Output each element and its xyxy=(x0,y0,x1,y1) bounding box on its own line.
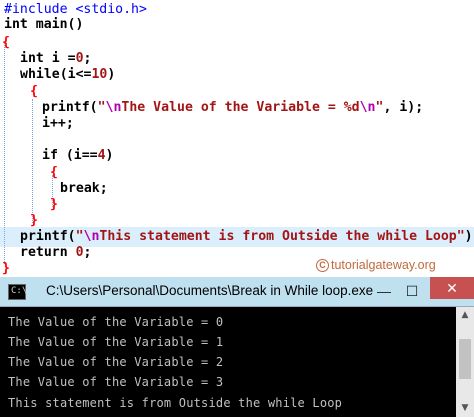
console-output-line: The Value of the Variable = 1 xyxy=(8,335,224,349)
int-keyword: int xyxy=(20,51,44,66)
escape-newline: \n xyxy=(359,100,376,115)
escape-newline: \n xyxy=(83,229,100,244)
main-signature: int main() xyxy=(4,17,84,32)
close-button[interactable]: ✕ xyxy=(430,277,474,299)
break-keyword: break xyxy=(60,181,100,196)
string-literal: This statement is from Outside the while… xyxy=(99,229,457,244)
close-brace: } xyxy=(2,261,10,276)
semicolon: ; xyxy=(99,181,108,196)
console-window[interactable]: C:\ C:\Users\Personal\Documents\Break in… xyxy=(0,277,474,417)
indent-guide xyxy=(32,99,33,223)
console-title: C:\Users\Personal\Documents\Break in Whi… xyxy=(46,283,374,298)
decl-text: i = xyxy=(43,51,76,66)
console-scrollbar[interactable]: ▲ ▼ xyxy=(456,307,474,417)
close-paren: ) xyxy=(105,148,114,163)
decl-number: 0 xyxy=(75,51,84,66)
scroll-down-icon[interactable]: ▼ xyxy=(456,400,474,417)
console-output-line: The Value of the Variable = 0 xyxy=(8,315,224,329)
quote: " xyxy=(97,100,106,115)
code-line-printf1: printf("\nThe Value of the Variable = %d… xyxy=(42,98,423,117)
minimize-button[interactable]: — xyxy=(374,281,394,301)
code-line-open-while: { xyxy=(30,82,38,101)
while-keyword: while xyxy=(20,67,60,82)
semicolon: ; xyxy=(83,245,92,260)
console-titlebar[interactable]: C:\ C:\Users\Personal\Documents\Break in… xyxy=(0,277,474,307)
watermark: Ctutorialgateway.org xyxy=(316,258,436,273)
return-keyword: return xyxy=(20,245,68,260)
watermark-text: tutorialgateway.org xyxy=(331,258,436,272)
increment-stmt: i++; xyxy=(42,116,74,131)
return-value: 0 xyxy=(75,245,84,260)
code-line-incr: i++; xyxy=(42,114,74,133)
if-keyword: if xyxy=(42,148,58,163)
open-brace: { xyxy=(50,165,58,180)
code-line-return: return 0; xyxy=(20,243,92,262)
code-line-open-main: { xyxy=(2,33,10,52)
printf-call: printf( xyxy=(42,100,98,115)
close-brace: } xyxy=(50,197,58,212)
quote: " xyxy=(75,229,84,244)
code-line-close-if: } xyxy=(50,195,58,214)
printf-args: ); xyxy=(464,229,474,244)
escape-newline: \n xyxy=(105,100,122,115)
string-literal: The Value of the Variable = %d xyxy=(121,100,360,115)
open-brace: { xyxy=(30,84,38,99)
code-line-break: break; xyxy=(60,179,108,198)
code-line-open-if: { xyxy=(50,163,58,182)
printf-call: printf( xyxy=(20,229,76,244)
quote: " xyxy=(456,229,465,244)
close-paren: ) xyxy=(107,67,116,82)
open-brace: { xyxy=(2,35,10,50)
code-editor[interactable]: #include <stdio.h> int main() { int i =0… xyxy=(0,0,474,277)
console-app-icon: C:\ xyxy=(8,284,27,300)
scroll-up-icon[interactable]: ▲ xyxy=(456,307,474,324)
while-condition: (i<= xyxy=(59,67,92,82)
code-line-close-main: } xyxy=(2,259,10,278)
console-output-line: The Value of the Variable = 2 xyxy=(8,355,224,369)
copyright-icon: C xyxy=(316,259,329,273)
maximize-button[interactable]: ☐ xyxy=(402,281,422,301)
console-output-line: This statement is from Outside the while… xyxy=(8,396,343,410)
indent-guide xyxy=(4,42,5,264)
printf-args: , i); xyxy=(383,100,424,115)
scrollbar-thumb[interactable] xyxy=(459,339,471,379)
if-condition: (i== xyxy=(57,148,98,163)
while-limit: 10 xyxy=(91,67,108,82)
code-line-main: int main() xyxy=(4,15,83,34)
if-value: 4 xyxy=(97,148,106,163)
close-brace: } xyxy=(30,213,38,228)
semicolon: ; xyxy=(83,51,92,66)
console-output-line: The Value of the Variable = 3 xyxy=(8,375,224,389)
